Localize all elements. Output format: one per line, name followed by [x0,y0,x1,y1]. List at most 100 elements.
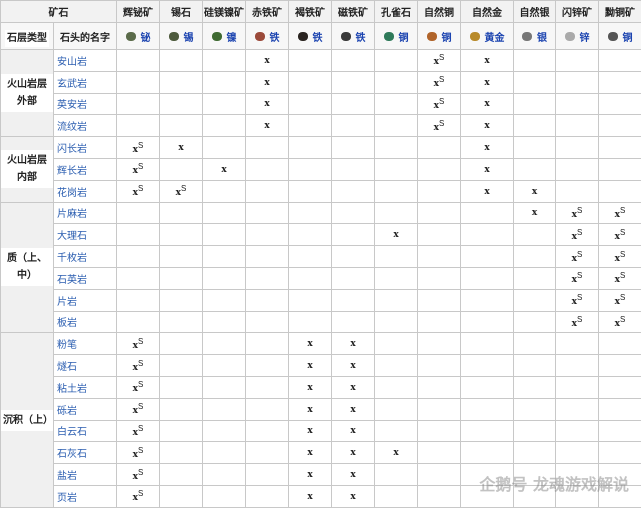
header-row: 矿石 辉铋矿锡石硅镁镍矿赤铁矿褐铁矿磁铁矿孔雀石自然铜自然金自然银闪锌矿黝铜矿 [1,1,641,23]
occurrence-cell [375,137,418,159]
occurrence-cell [160,50,203,72]
occurrence-mark: xS [133,341,144,351]
occurrence-cell [418,311,461,333]
rock-link[interactable]: 砾岩 [54,398,117,420]
occurrence-cell [514,376,556,398]
metal-link[interactable]: 铜 [442,29,452,44]
rock-link[interactable]: 片麻岩 [54,202,117,224]
occurrence-mark: xS [572,210,583,220]
occurrence-cell: xS [117,333,160,355]
rock-link[interactable]: 石英岩 [54,267,117,289]
ore-icon [427,32,437,41]
metal-link[interactable]: 铜 [623,29,633,44]
rock-link[interactable]: 千枚岩 [54,246,117,268]
occurrence-cell [246,311,289,333]
occurrence-mark: xS [133,450,144,460]
ore-column-header[interactable]: 自然银 [514,1,556,23]
ore-icon [341,32,351,41]
occurrence-cell: x [461,158,514,180]
metal-link[interactable]: 镍 [227,29,237,44]
metal-link[interactable]: 铜 [399,29,409,44]
occurrence-cell [375,115,418,137]
metal-link[interactable]: 铁 [270,29,280,44]
rock-link[interactable]: 石灰石 [54,442,117,464]
rock-link[interactable]: 盐岩 [54,464,117,486]
rock-link[interactable]: 流纹岩 [54,115,117,137]
ore-column-header[interactable]: 磁铁矿 [332,1,375,23]
rock-link[interactable]: 大理石 [54,224,117,246]
metal-link[interactable]: 银 [537,29,547,44]
occurrence-cell [246,355,289,377]
occurrence-cell [556,333,599,355]
metal-link[interactable]: 锡 [184,29,194,44]
metal-cell: 锌 [556,23,599,50]
rock-link[interactable]: 英安岩 [54,93,117,115]
rock-link[interactable]: 辉长岩 [54,158,117,180]
rock-link[interactable]: 安山岩 [54,50,117,72]
occurrence-cell [375,355,418,377]
rock-link[interactable]: 粉笔 [54,333,117,355]
occurrence-cell [418,485,461,507]
occurrence-mark: xS [572,232,583,242]
ore-column-header[interactable]: 自然金 [461,1,514,23]
occurrence-mark: x [393,448,398,458]
occurrence-mark: x [307,405,312,415]
ore-column-header[interactable]: 黝铜矿 [599,1,641,23]
occurrence-cell [599,333,641,355]
layer-type-header: 石层类型 [1,23,54,50]
rock-link[interactable]: 花岗岩 [54,180,117,202]
rock-link[interactable]: 玄武岩 [54,71,117,93]
occurrence-cell [375,202,418,224]
rock-link[interactable]: 白云石 [54,420,117,442]
ore-column-header[interactable]: 自然铜 [418,1,461,23]
occurrence-mark: x [350,426,355,436]
occurrence-cell [461,376,514,398]
occurrence-cell: x [332,398,375,420]
metal-link[interactable]: 锌 [580,29,590,44]
rock-link[interactable]: 粘土岩 [54,376,117,398]
occurrence-cell: x [461,50,514,72]
occurrence-cell [203,485,246,507]
rock-link[interactable]: 燧石 [54,355,117,377]
rock-link[interactable]: 闪长岩 [54,137,117,159]
occurrence-mark: x [484,121,489,131]
occurrence-cell: xS [117,442,160,464]
occurrence-cell [556,442,599,464]
occurrence-cell: x [246,115,289,137]
table-row: 流纹岩xxSx [1,115,641,137]
ore-column-header[interactable]: 锡石 [160,1,203,23]
occurrence-mark: x [307,361,312,371]
ore-column-header[interactable]: 辉铋矿 [117,1,160,23]
occurrence-cell: x [514,202,556,224]
table-row: 沉积（上）粉笔xSxx [1,333,641,355]
ore-column-header[interactable]: 孔雀石 [375,1,418,23]
ore-column-header[interactable]: 赤铁矿 [246,1,289,23]
rock-link[interactable]: 板岩 [54,311,117,333]
occurrence-cell [461,355,514,377]
occurrence-cell [556,137,599,159]
rock-link[interactable]: 片岩 [54,289,117,311]
occurrence-cell [246,289,289,311]
metal-link[interactable]: 铁 [356,29,366,44]
occurrence-cell [514,333,556,355]
ore-column-header[interactable]: 闪锌矿 [556,1,599,23]
occurrence-cell: xS [117,398,160,420]
metal-link[interactable]: 铋 [141,29,151,44]
occurrence-cell: xS [117,180,160,202]
ore-column-header[interactable]: 硅镁镍矿 [203,1,246,23]
metal-link[interactable]: 铁 [313,29,323,44]
metal-cell: 铁 [289,23,332,50]
metal-link[interactable]: 黄金 [485,29,505,44]
occurrence-cell: xS [117,420,160,442]
occurrence-cell [418,246,461,268]
occurrence-cell [599,50,641,72]
occurrence-cell [289,311,332,333]
occurrence-cell [514,115,556,137]
occurrence-cell: x [332,420,375,442]
rock-link[interactable]: 页岩 [54,485,117,507]
occurrence-cell [203,93,246,115]
ore-column-header[interactable]: 褐铁矿 [289,1,332,23]
occurrence-cell [514,267,556,289]
occurrence-mark: x [350,492,355,502]
occurrence-cell [160,333,203,355]
